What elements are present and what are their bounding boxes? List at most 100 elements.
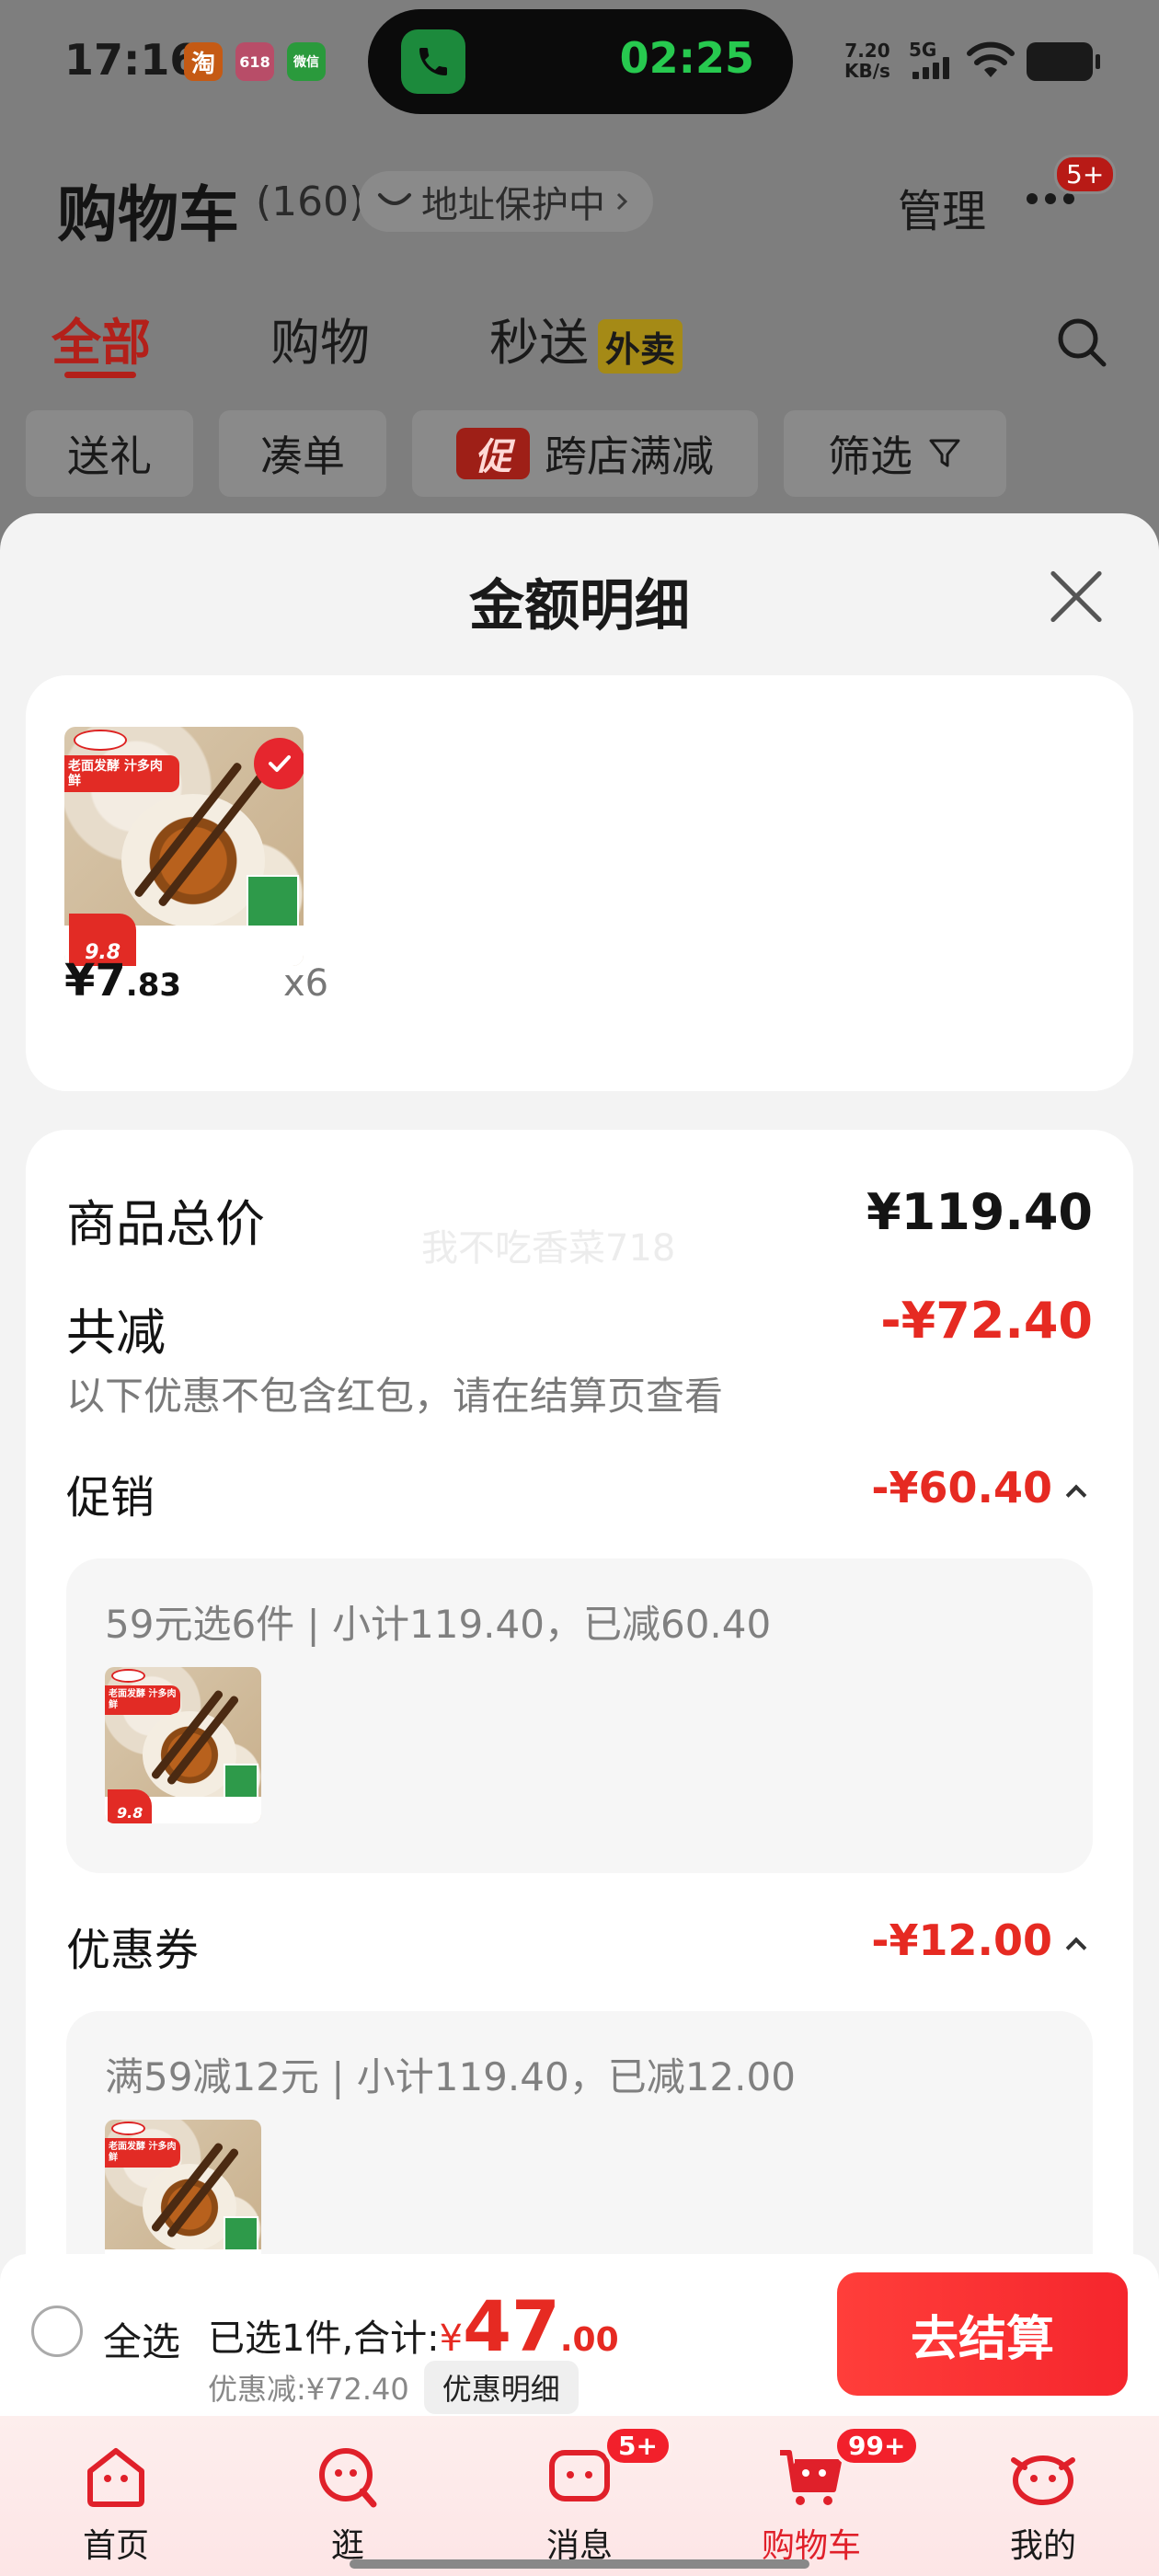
promotion-label: 促销 <box>66 1472 155 1524</box>
status-bar: 17:16 淘 618 微信 02:25 7.20 KB/s 5G <box>0 0 1159 129</box>
thumb-tag: 老面发酵 汁多肉鲜 <box>64 755 179 793</box>
total-price-label: 商品总价 <box>66 1195 265 1253</box>
selected-item-card: 老面发酵 汁多肉鲜 9.8 ¥7.83 x6 <box>26 675 1133 1091</box>
home-icon <box>87 2448 144 2507</box>
select-all-checkbox[interactable] <box>31 2306 83 2357</box>
network-speed: 7.20 KB/s <box>844 40 890 81</box>
tab-cart[interactable]: 99+ 购物车 <box>719 2416 921 2576</box>
wechat-icon: 微信 <box>287 42 326 81</box>
chip-gift[interactable]: 送礼 <box>26 410 193 497</box>
coupon-label: 优惠券 <box>66 1925 200 1976</box>
total-price-value: ¥119.40 <box>866 1183 1093 1241</box>
chip-filter[interactable]: 筛选 <box>784 410 1006 497</box>
checkout-total: 已选1件,合计:¥47.00 <box>208 2285 619 2367</box>
coupon-toggle[interactable]: -¥12.00 <box>871 1915 1087 1965</box>
browse-icon <box>319 2448 377 2508</box>
tab-home[interactable]: 首页 <box>24 2416 208 2576</box>
promo-badge: 促 <box>456 428 530 479</box>
coupon-detail-text: 满59减12元 | 小计119.40，已减12.00 <box>105 2054 796 2099</box>
signal-icon <box>912 57 949 79</box>
tab-me[interactable]: 我的 <box>951 2416 1135 2576</box>
promotion-detail-text: 59元选6件 | 小计119.40，已减60.40 <box>105 1602 772 1647</box>
item-price-dec: .83 <box>125 967 182 1004</box>
dynamic-island[interactable]: 02:25 <box>368 9 793 114</box>
discount-line: 优惠减:¥72.40 优惠明细 <box>208 2361 579 2414</box>
manage-button[interactable]: 管理 <box>898 175 986 239</box>
call-timer: 02:25 <box>619 33 754 83</box>
cart-count: (160) <box>256 178 365 225</box>
discount-detail-button[interactable]: 优惠明细 <box>423 2361 579 2414</box>
watermark: 我不吃香菜718 <box>421 1227 676 1270</box>
cart-header: 购物车 (160) 地址保护中 管理 5+ <box>0 147 1159 258</box>
checkout-total-int: 47 <box>463 2285 560 2367</box>
messages-badge: 5+ <box>603 2425 672 2467</box>
more-menu-icon[interactable] <box>1027 193 1074 204</box>
coupon-product-thumbnail[interactable]: 老面发酵 汁多肉鲜 <box>105 2120 261 2276</box>
item-price-int: ¥7 <box>64 955 126 1006</box>
phone-call-icon <box>401 29 465 94</box>
page-title: 购物车 <box>57 179 239 250</box>
chip-cross-store[interactable]: 促 跨店满减 <box>412 410 758 497</box>
tab-all[interactable]: 全部 <box>52 302 151 374</box>
promotion-detail-box: 59元选6件 | 小计119.40，已减60.40 老面发酵 汁多肉鲜 9.8 <box>66 1558 1093 1873</box>
address-protection-pill[interactable]: 地址保护中 <box>359 171 653 232</box>
battery-icon <box>1027 42 1100 81</box>
checkout-total-dec: .00 <box>559 2321 619 2359</box>
tab-me-label: 我的 <box>1009 2527 1076 2565</box>
item-price: ¥7.83 <box>64 955 181 1006</box>
filter-icon <box>929 439 960 467</box>
item-quantity: x6 <box>283 962 329 1005</box>
filter-chips: 送礼 凑单 促 跨店满减 筛选 <box>0 410 1159 499</box>
tab-home-label: 首页 <box>82 2527 149 2565</box>
search-icon[interactable] <box>1056 316 1109 370</box>
tab-instant-label: 秒送 <box>489 314 589 372</box>
profile-icon <box>1011 2455 1075 2505</box>
chevron-up-icon <box>1065 1937 1087 1958</box>
promotion-product-image: 老面发酵 汁多肉鲜 9.8 <box>105 1667 261 1823</box>
checked-icon <box>254 738 304 789</box>
promo-thumb-tag: 老面发酵 汁多肉鲜 <box>105 1685 180 1716</box>
tab-messages[interactable]: 5+ 消息 <box>488 2416 672 2576</box>
chip-cross-store-label: 跨店满减 <box>545 431 714 481</box>
network-speed-unit: KB/s <box>844 60 890 82</box>
background-cart-page: 17:16 淘 618 微信 02:25 7.20 KB/s 5G 购物车 (1… <box>0 0 1159 570</box>
checkout-currency: ¥ <box>439 2317 464 2360</box>
more-badge: 5+ <box>1054 155 1117 194</box>
smile-icon <box>378 193 411 205</box>
sheet-title: 金额明细 <box>469 574 690 638</box>
promotion-toggle[interactable]: -¥60.40 <box>871 1463 1087 1512</box>
coupon-value: -¥12.00 <box>871 1915 1052 1965</box>
network-speed-value: 7.20 <box>844 40 890 62</box>
chip-filter-label: 筛选 <box>828 431 912 481</box>
discount-text: 优惠减:¥72.40 <box>208 2372 409 2407</box>
waimai-tag: 外卖 <box>598 318 683 374</box>
home-indicator <box>350 2559 809 2569</box>
checkout-button[interactable]: 去结算 <box>837 2272 1128 2396</box>
select-all-label[interactable]: 全选 <box>103 2311 180 2367</box>
close-icon[interactable] <box>1049 569 1104 624</box>
chevron-right-icon <box>616 192 628 211</box>
tab-underline <box>64 372 136 378</box>
tab-instant[interactable]: 秒送 外卖 <box>489 302 683 374</box>
tab-browse[interactable]: 逛 <box>256 2416 440 2576</box>
promotion-product-thumbnail[interactable]: 老面发酵 汁多肉鲜 9.8 <box>105 1667 261 1823</box>
coupon-product-image: 老面发酵 汁多肉鲜 <box>105 2120 261 2276</box>
chevron-up-icon <box>1065 1484 1087 1505</box>
wifi-icon <box>967 41 1015 77</box>
reduction-note: 以下优惠不包含红包，请在结算页查看 <box>66 1374 724 1419</box>
chip-bundle[interactable]: 凑单 <box>219 410 386 497</box>
status-time: 17:16 <box>64 35 200 85</box>
promotion-value: -¥60.40 <box>871 1463 1052 1512</box>
cart-badge: 99+ <box>833 2425 921 2467</box>
product-thumbnail[interactable]: 老面发酵 汁多肉鲜 9.8 <box>64 727 304 966</box>
promo-thumb-price: 9.8 <box>108 1788 152 1823</box>
cart-tabs: 全部 购物 秒送 外卖 <box>0 294 1159 386</box>
tab-shopping[interactable]: 购物 <box>270 302 370 374</box>
checkout-selected-prefix: 已选1件,合计: <box>208 2317 440 2360</box>
bottom-tab-bar: 首页 逛 5+ 消息 99+ 购物车 我的 <box>0 2416 1159 2576</box>
total-reduction-value: -¥72.40 <box>880 1292 1093 1350</box>
checkout-bar: 全选 已选1件,合计:¥47.00 优惠减:¥72.40 优惠明细 去结算 <box>0 2254 1159 2416</box>
address-protection-label: 地址保护中 <box>421 184 605 226</box>
coupon-thumb-tag: 老面发酵 汁多肉鲜 <box>105 2138 180 2168</box>
promo-app-icon: 618 <box>235 42 274 81</box>
